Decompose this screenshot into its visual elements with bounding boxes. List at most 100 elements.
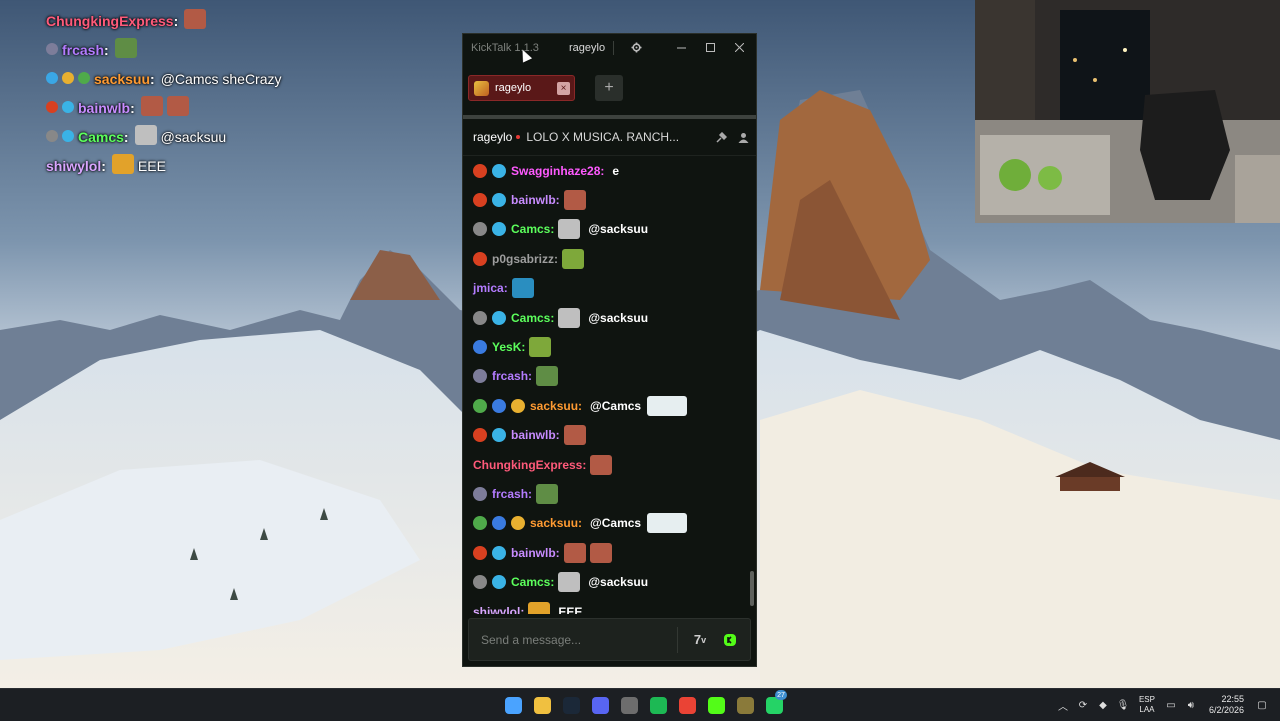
add-tab-button[interactable]: + (595, 75, 623, 101)
discord-icon[interactable] (585, 693, 615, 717)
user-badge-icon (46, 42, 58, 55)
7tv-icon[interactable]: 7v (690, 630, 710, 650)
username-colon: : (555, 193, 560, 208)
user-badge-icon (473, 193, 487, 208)
chat-message[interactable]: bainwlb: (473, 421, 756, 450)
emote-icon (114, 38, 137, 58)
emote-icon (647, 395, 688, 416)
channel-tabs: rageylo × + (463, 61, 756, 115)
chat-message[interactable]: Swagginhaze28: e (473, 156, 756, 185)
overlay-chat-line: ChungkingExpress: (46, 6, 366, 35)
chat-message[interactable]: jmica: (473, 274, 756, 303)
title-bar[interactable]: KickTalk 1.1.3 rageylo (463, 34, 756, 61)
chat-message[interactable]: frcash: (473, 362, 756, 391)
chat-message[interactable]: bainwlb: (473, 185, 756, 214)
windows-start-icon[interactable] (498, 693, 528, 717)
send-message-input[interactable] (469, 631, 677, 648)
pin-icon[interactable] (712, 128, 730, 146)
chat-username[interactable]: ChungkingExpress (473, 458, 582, 472)
kick-emote-icon[interactable] (720, 630, 740, 650)
chat-message[interactable]: shiwylol: EEE (473, 597, 756, 614)
chat-message[interactable]: YesK: (473, 332, 756, 361)
user-badge-icon (492, 310, 506, 325)
spotify-glyph (649, 696, 667, 714)
kicktalk-icon[interactable] (701, 693, 731, 717)
clock[interactable]: 22:55 6/2/2026 (1209, 694, 1244, 716)
emote-icon (563, 190, 586, 211)
chat-message-list[interactable]: Swagginhaze28: e bainwlb: Camcs: @sacksuu p0g… (463, 156, 756, 614)
overlay-chat-line: frcash: (46, 35, 366, 64)
message-composer: 7v (468, 618, 751, 661)
tab-rageylo[interactable]: rageylo × (468, 75, 575, 101)
user-badge-icon (62, 100, 74, 113)
user-badge-icon (511, 516, 525, 531)
emote-icon (528, 601, 551, 614)
chat-username[interactable]: p0gsabrizz (492, 252, 554, 266)
emote-icon (590, 454, 613, 475)
file-explorer-icon[interactable] (527, 693, 557, 717)
microphone-icon[interactable]: 🎙︎ (1113, 689, 1133, 721)
channel-name[interactable]: rageylo (473, 130, 512, 144)
chat-username[interactable]: Camcs (511, 575, 550, 589)
chat-message[interactable]: p0gsabrizz: (473, 244, 756, 273)
gear-icon[interactable] (622, 34, 651, 61)
chat-username[interactable]: Swagginhaze28 (511, 164, 600, 178)
user-badge-icon (492, 428, 506, 443)
logged-in-username[interactable]: rageylo (569, 42, 605, 54)
chevron-up-icon[interactable]: ︿ (1053, 689, 1073, 721)
chat-username[interactable]: shiwylol (473, 605, 520, 614)
chat-message[interactable]: bainwlb: (473, 538, 756, 567)
chat-username[interactable]: Camcs (511, 222, 550, 236)
spotify-icon[interactable] (643, 693, 673, 717)
chat-username[interactable]: frcash (492, 369, 528, 383)
minimize-icon[interactable] (667, 34, 696, 61)
obs-icon[interactable] (614, 693, 644, 717)
chat-username[interactable]: Camcs (511, 311, 550, 325)
overlay-username: ChungkingExpress (46, 12, 174, 29)
chat-username[interactable]: sacksuu (530, 516, 578, 530)
emote-icon (529, 337, 552, 358)
overlay-message: @Camcs sheCrazy (160, 70, 282, 87)
discord-glyph (591, 696, 609, 714)
user-badge-icon (46, 71, 58, 84)
chat-username[interactable]: bainwlb (511, 428, 556, 442)
shield-icon[interactable]: ◆ (1093, 689, 1113, 721)
chat-username[interactable]: bainwlb (511, 193, 556, 207)
user-badge-icon (473, 398, 487, 413)
language-indicator[interactable]: ESP LAA (1139, 695, 1155, 715)
chat-message[interactable]: ChungkingExpress: (473, 450, 756, 479)
sync-icon[interactable]: ⟳ (1073, 689, 1093, 721)
notifications-icon[interactable]: ▢ (1252, 689, 1272, 721)
chat-username[interactable]: jmica (473, 281, 504, 295)
steam-icon[interactable] (556, 693, 586, 717)
chrome-icon[interactable] (672, 693, 702, 717)
user-icon[interactable] (734, 128, 752, 146)
volume-icon[interactable]: 🔊︎ (1181, 689, 1201, 721)
whatsapp-icon[interactable]: 27 (759, 690, 789, 717)
emote-icon (558, 307, 581, 328)
minecraft-icon[interactable] (730, 693, 760, 717)
chat-username[interactable]: frcash (492, 487, 528, 501)
chat-message[interactable]: Camcs: @sacksuu (473, 567, 756, 596)
chat-message[interactable]: Camcs: @sacksuu (473, 215, 756, 244)
user-badge-icon (473, 428, 487, 443)
user-badge-icon (473, 310, 487, 325)
tab-close-icon[interactable]: × (557, 81, 570, 95)
close-icon[interactable] (725, 34, 754, 61)
chat-message[interactable]: Camcs: @sacksuu (473, 303, 756, 332)
chat-username[interactable]: bainwlb (511, 546, 556, 560)
chat-message[interactable]: sacksuu: @Camcs (473, 509, 756, 538)
username-colon: : (503, 281, 508, 296)
user-badge-icon (62, 129, 74, 142)
webcam-image (975, 0, 1280, 223)
network-icon[interactable]: ▭ (1161, 689, 1181, 721)
chat-message[interactable]: frcash: (473, 479, 756, 508)
emote-icon (134, 125, 157, 145)
chat-scrollbar[interactable] (750, 571, 754, 606)
maximize-icon[interactable] (696, 34, 725, 61)
obs-glyph (620, 696, 638, 714)
chat-message[interactable]: sacksuu: @Camcs (473, 391, 756, 420)
username-colon: : (528, 486, 533, 501)
chat-username[interactable]: sacksuu (530, 399, 578, 413)
chat-username[interactable]: YesK (492, 340, 521, 354)
